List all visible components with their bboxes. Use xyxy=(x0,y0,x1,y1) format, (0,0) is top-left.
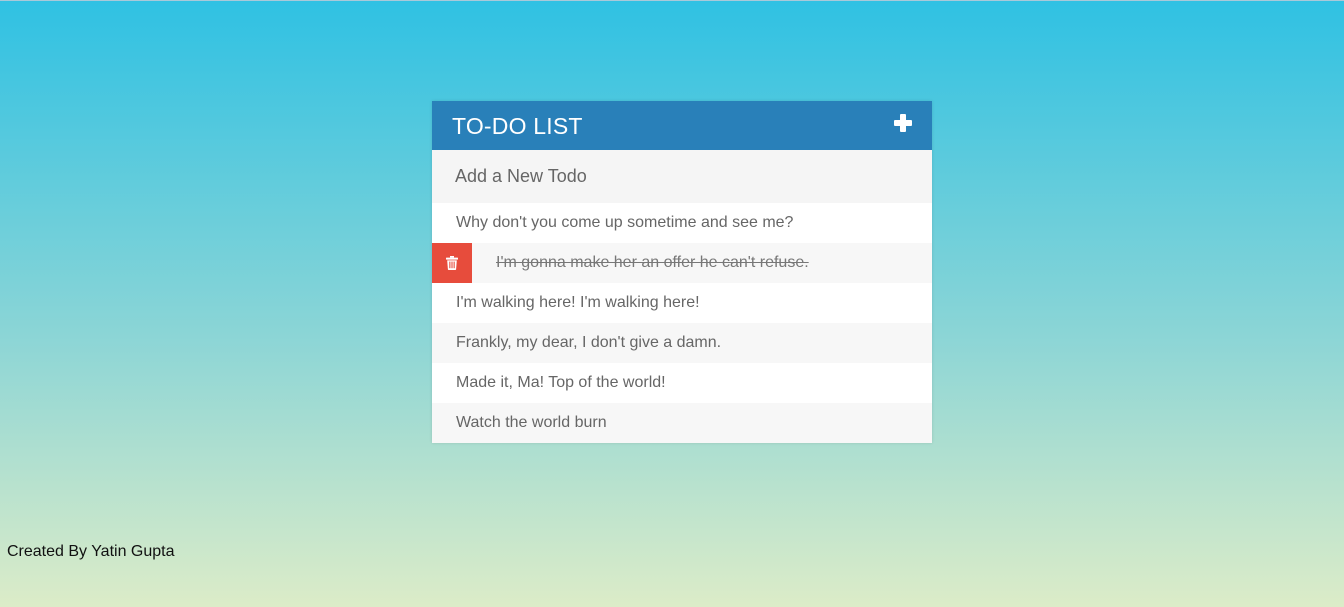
todo-item[interactable]: I'm walking here! I'm walking here! xyxy=(432,283,932,323)
todo-item-text: Watch the world burn xyxy=(456,414,607,431)
trash-icon xyxy=(446,256,458,270)
todo-item-text: Why don't you come up sometime and see m… xyxy=(456,214,794,231)
todo-list: Why don't you come up sometime and see m… xyxy=(432,203,932,443)
new-todo-wrapper xyxy=(432,150,932,203)
footer-credit: Created By Yatin Gupta xyxy=(7,543,175,560)
page-title: TO-DO LIST xyxy=(452,113,583,139)
plus-icon[interactable] xyxy=(893,113,913,133)
todo-card: TO-DO LIST Why don't you come up sometim… xyxy=(432,101,932,443)
todo-item-text: Made it, Ma! Top of the world! xyxy=(456,374,666,391)
todo-item[interactable]: Made it, Ma! Top of the world! xyxy=(432,363,932,403)
todo-item-text: I'm walking here! I'm walking here! xyxy=(456,294,700,311)
todo-header: TO-DO LIST xyxy=(432,101,932,150)
todo-item-completed[interactable]: I'm gonna make her an offer he can't ref… xyxy=(432,243,932,283)
todo-item[interactable]: Watch the world burn xyxy=(432,403,932,443)
top-border-line xyxy=(0,0,1344,1)
new-todo-input[interactable] xyxy=(432,150,932,203)
todo-item[interactable]: Why don't you come up sometime and see m… xyxy=(432,203,932,243)
todo-item[interactable]: Frankly, my dear, I don't give a damn. xyxy=(432,323,932,363)
delete-button[interactable] xyxy=(432,243,472,283)
todo-item-text: I'm gonna make her an offer he can't ref… xyxy=(496,254,809,271)
todo-item-text: Frankly, my dear, I don't give a damn. xyxy=(456,334,722,351)
